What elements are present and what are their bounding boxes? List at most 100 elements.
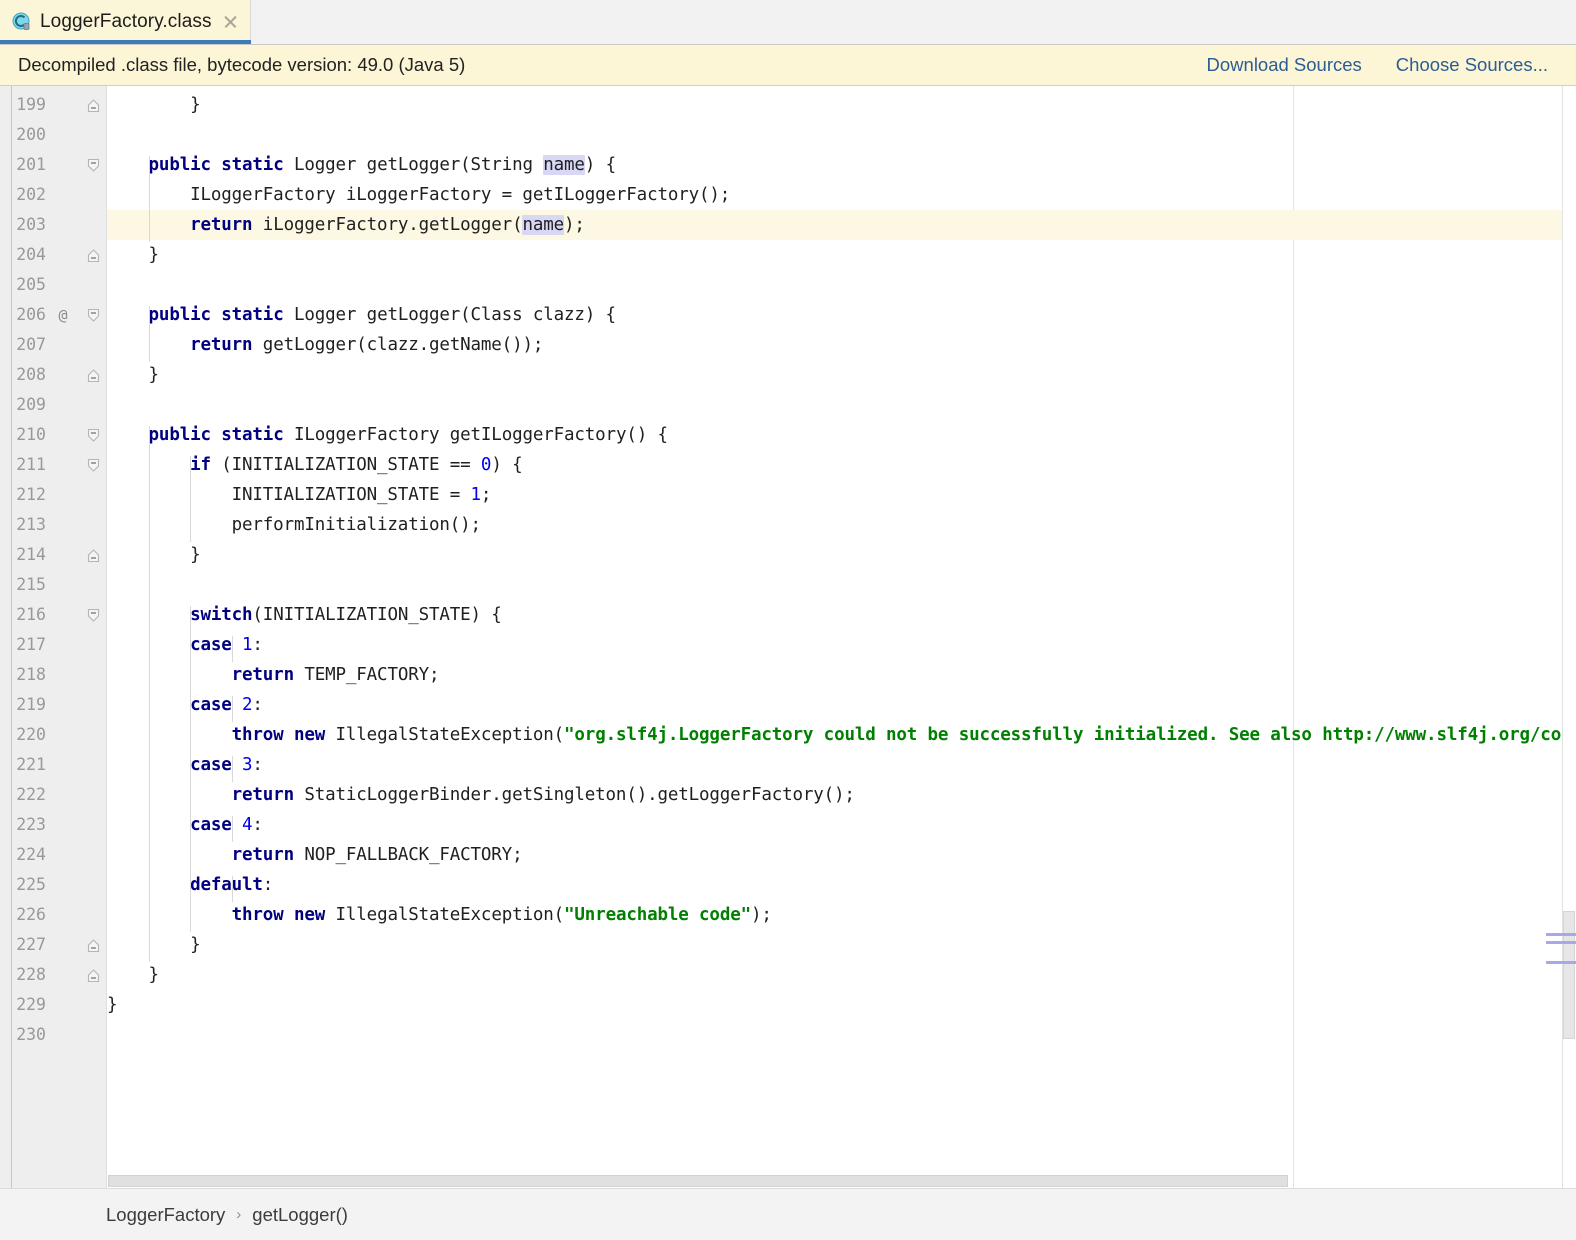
code-line[interactable]: case 2: — [107, 690, 1576, 720]
line-number: 224 — [16, 845, 46, 864]
line-number: 226 — [16, 905, 46, 924]
fold-end-icon[interactable] — [82, 960, 106, 990]
code-line[interactable]: public static ILoggerFactory getILoggerF… — [107, 420, 1576, 450]
editor-gutter[interactable]: 199 200 201 202 203 204 205 206 207 208 209 210 211 2… — [0, 86, 107, 1188]
code-line[interactable]: public static Logger getLogger(String na… — [107, 150, 1576, 180]
code-text[interactable]: } public static Logger getLogger(String … — [107, 90, 1576, 1050]
code-line[interactable]: INITIALIZATION_STATE = 1; — [107, 480, 1576, 510]
code-token: ILoggerFactory iLoggerFactory = getILogg… — [107, 185, 731, 205]
code-line[interactable] — [107, 1020, 1576, 1050]
code-line[interactable]: switch(INITIALIZATION_STATE) { — [107, 600, 1576, 630]
line-number: 229 — [16, 995, 46, 1014]
fold-slot — [82, 480, 106, 510]
code-line[interactable]: default: — [107, 870, 1576, 900]
code-token: 0 — [480, 455, 492, 475]
code-line[interactable]: return NOP_FALLBACK_FACTORY; — [107, 840, 1576, 870]
code-line[interactable]: case 4: — [107, 810, 1576, 840]
fold-slot — [82, 990, 106, 1020]
download-sources-link[interactable]: Download Sources — [1207, 54, 1362, 76]
line-number: 205 — [16, 275, 46, 294]
code-line[interactable]: case 1: — [107, 630, 1576, 660]
override-annotation-icon[interactable]: @ — [50, 300, 76, 330]
code-line[interactable]: } — [107, 90, 1576, 120]
fold-end-icon[interactable] — [82, 540, 106, 570]
editor-tab-bar: LoggerFactory.class — [0, 0, 1576, 45]
code-token: : — [252, 635, 263, 655]
active-tab-underline — [0, 40, 251, 44]
code-line[interactable] — [107, 270, 1576, 300]
code-line[interactable]: return getLogger(clazz.getName()); — [107, 330, 1576, 360]
usage-marker[interactable] — [1546, 933, 1576, 936]
code-line[interactable]: } — [107, 360, 1576, 390]
choose-sources-link[interactable]: Choose Sources... — [1396, 54, 1548, 76]
code-line[interactable]: public static Logger getLogger(Class cla… — [107, 300, 1576, 330]
breadcrumb-item-method[interactable]: getLogger() — [252, 1204, 348, 1226]
code-token: : — [252, 815, 263, 835]
fold-collapse-icon[interactable] — [82, 150, 106, 180]
code-token: performInitialization(); — [107, 515, 481, 535]
breadcrumb-separator-icon: › — [236, 1206, 242, 1223]
code-token: ); — [564, 215, 585, 235]
code-surface[interactable]: } public static Logger getLogger(String … — [107, 86, 1576, 1188]
line-number: 218 — [16, 665, 46, 684]
breadcrumb-item-class[interactable]: LoggerFactory — [106, 1204, 225, 1226]
gutter-annotation-column[interactable]: @ — [50, 90, 76, 1050]
code-token: } — [107, 365, 160, 385]
vertical-scrollbar-thumb[interactable] — [1563, 911, 1575, 1039]
code-token: public — [148, 155, 211, 175]
code-line[interactable]: } — [107, 960, 1576, 990]
code-token: static — [221, 305, 284, 325]
gutter-slot — [50, 330, 76, 360]
usage-marker[interactable] — [1546, 941, 1576, 944]
fold-end-icon[interactable] — [82, 90, 106, 120]
horizontal-scrollbar-thumb[interactable] — [108, 1175, 1288, 1187]
code-editor[interactable]: 199 200 201 202 203 204 205 206 207 208 209 210 211 2… — [0, 86, 1576, 1188]
usage-marker[interactable] — [1546, 961, 1576, 964]
vertical-scrollbar[interactable] — [1546, 86, 1576, 1188]
code-line[interactable]: } — [107, 990, 1576, 1020]
code-folding-column[interactable] — [82, 90, 106, 1050]
fold-collapse-icon[interactable] — [82, 450, 106, 480]
fold-slot — [82, 810, 106, 840]
gutter-slot — [50, 690, 76, 720]
code-line[interactable] — [107, 120, 1576, 150]
fold-collapse-icon[interactable] — [82, 420, 106, 450]
fold-slot — [82, 390, 106, 420]
code-token: case — [190, 755, 232, 775]
code-line[interactable]: throw new IllegalStateException("org.slf… — [107, 720, 1576, 750]
code-line[interactable] — [107, 390, 1576, 420]
gutter-slot — [50, 390, 76, 420]
gutter-slot — [50, 180, 76, 210]
code-line[interactable]: if (INITIALIZATION_STATE == 0) { — [107, 450, 1576, 480]
editor-tab-loggerfactory[interactable]: LoggerFactory.class — [0, 0, 251, 44]
code-line[interactable]: throw new IllegalStateException("Unreach… — [107, 900, 1576, 930]
code-line[interactable]: performInitialization(); — [107, 510, 1576, 540]
fold-collapse-icon[interactable] — [82, 600, 106, 630]
fold-end-icon[interactable] — [82, 240, 106, 270]
fold-end-icon[interactable] — [82, 930, 106, 960]
code-line[interactable]: return StaticLoggerBinder.getSingleton()… — [107, 780, 1576, 810]
code-line[interactable]: return iLoggerFactory.getLogger(name); — [107, 210, 1576, 240]
fold-collapse-icon[interactable] — [82, 300, 106, 330]
fold-end-icon[interactable] — [82, 360, 106, 390]
close-icon[interactable] — [222, 14, 238, 30]
indent-guide — [232, 876, 233, 902]
gutter-slot — [50, 210, 76, 240]
code-line[interactable]: return TEMP_FACTORY; — [107, 660, 1576, 690]
code-token: 1 — [242, 635, 253, 655]
code-line[interactable]: ILoggerFactory iLoggerFactory = getILogg… — [107, 180, 1576, 210]
gutter-slot — [50, 90, 76, 120]
code-line[interactable]: } — [107, 930, 1576, 960]
code-line[interactable] — [107, 570, 1576, 600]
code-line[interactable]: case 3: — [107, 750, 1576, 780]
code-line[interactable]: } — [107, 240, 1576, 270]
code-line[interactable]: } — [107, 540, 1576, 570]
